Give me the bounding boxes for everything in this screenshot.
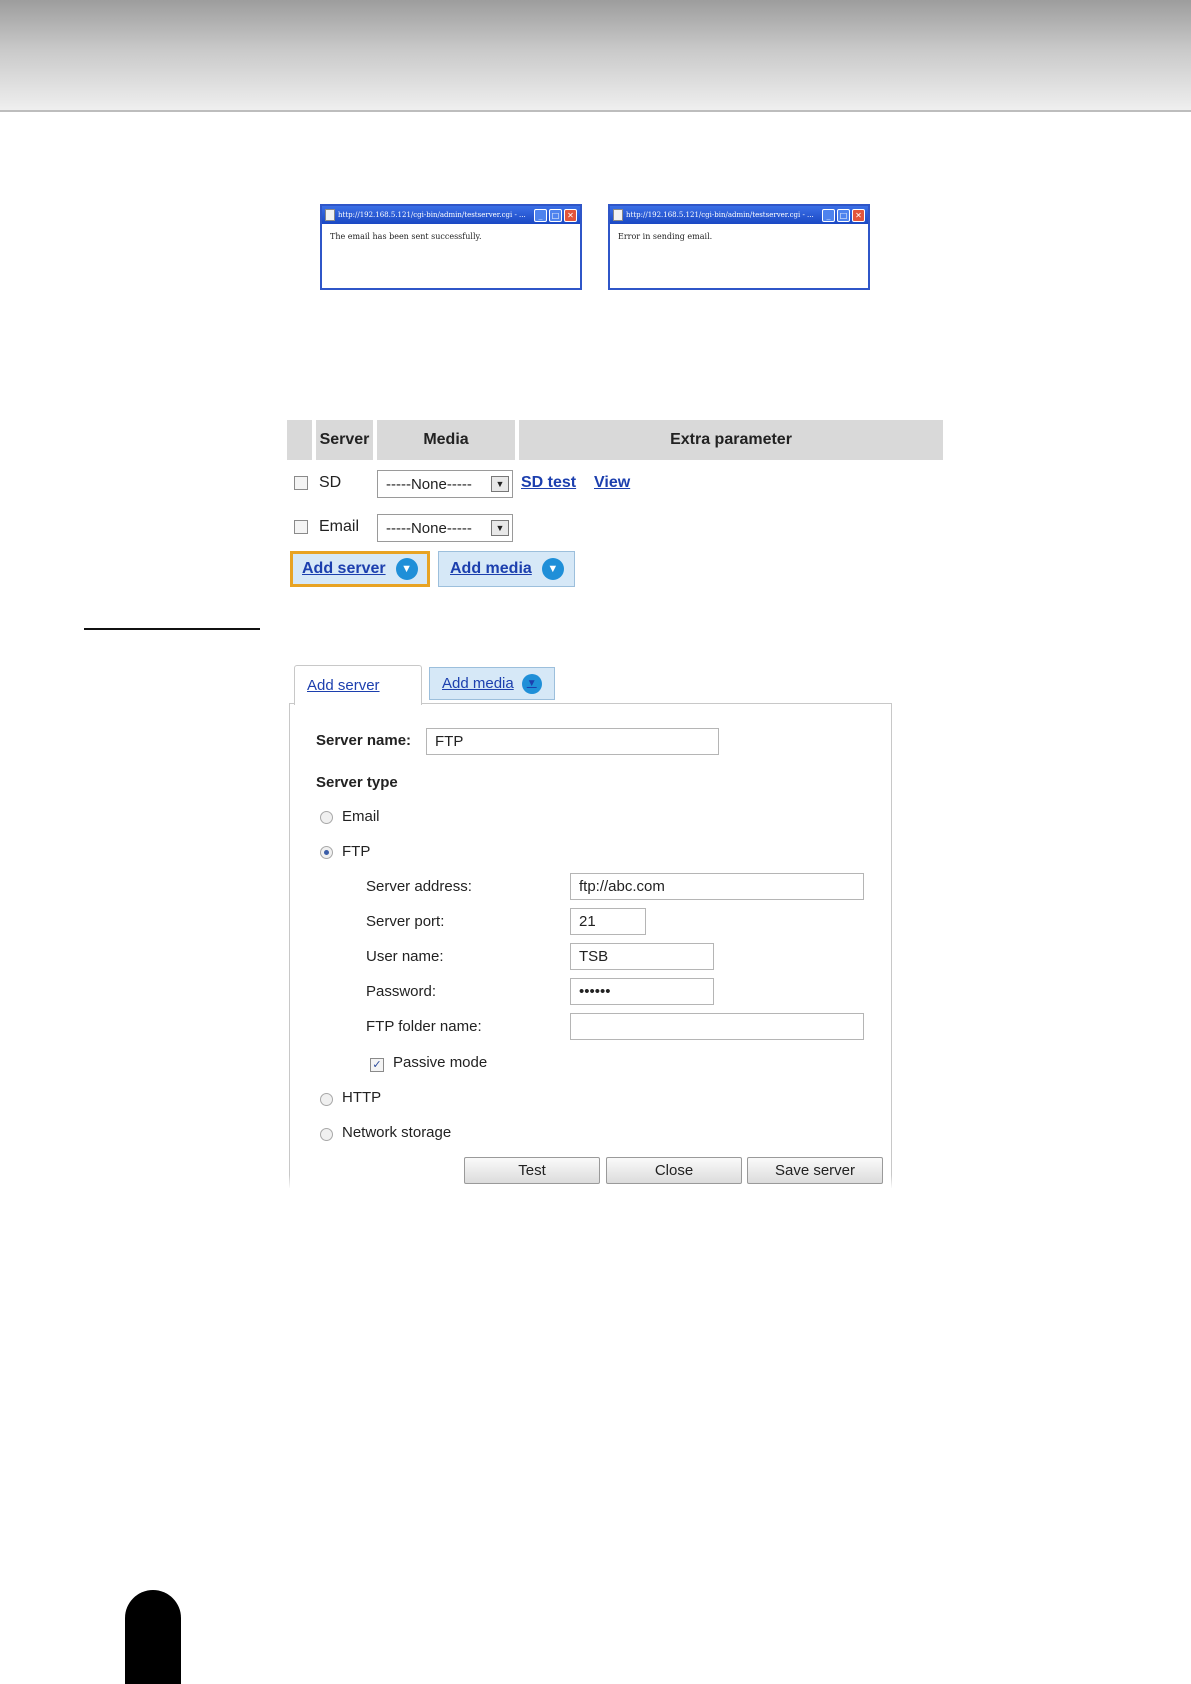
tab-add-media[interactable]: Add media ▼ <box>429 667 555 700</box>
section-divider <box>84 628 260 630</box>
popup-titlebar: http://192.168.5.121/cgi-bin/admin/tests… <box>322 206 580 224</box>
password-input[interactable]: •••••• <box>570 978 714 1005</box>
minimize-icon[interactable]: _ <box>534 208 547 222</box>
email-media-select[interactable]: -----None----- ▼ <box>377 514 513 542</box>
close-button[interactable]: Close <box>606 1157 742 1184</box>
sd-media-select[interactable]: -----None----- ▼ <box>377 470 513 498</box>
maximize-icon[interactable]: □ <box>549 208 562 222</box>
page-icon <box>613 209 623 221</box>
error-popup-window: http://192.168.5.121/cgi-bin/admin/tests… <box>608 204 870 290</box>
table-header-server: Server <box>316 420 373 460</box>
page-side-tab <box>125 1590 181 1684</box>
radio-email-label: Email <box>342 808 380 825</box>
tab-add-media-label: Add media <box>442 675 514 692</box>
close-icon[interactable]: ✕ <box>564 208 577 222</box>
table-header-checkbox-col <box>287 420 312 460</box>
popup-title: http://192.168.5.121/cgi-bin/admin/tests… <box>338 211 526 219</box>
server-type-label: Server type <box>316 774 398 791</box>
radio-http-label: HTTP <box>342 1089 382 1106</box>
passive-mode-checkbox[interactable]: ✓ <box>370 1058 384 1072</box>
minimize-icon[interactable]: _ <box>822 208 835 222</box>
email-checkbox[interactable] <box>294 520 308 534</box>
sd-test-link[interactable]: SD test <box>521 474 576 492</box>
page-icon <box>325 209 335 221</box>
password-label: Password: <box>366 983 437 1000</box>
radio-network-storage-label: Network storage <box>342 1124 452 1141</box>
radio-http[interactable] <box>320 1093 333 1106</box>
chevron-down-icon: ▼ <box>521 673 542 694</box>
select-value: -----None----- <box>386 475 472 493</box>
user-name-input[interactable]: TSB <box>570 943 714 970</box>
passive-mode-label: Passive mode <box>393 1054 488 1071</box>
sd-checkbox[interactable] <box>294 476 308 490</box>
server-sd-label: SD <box>319 474 342 491</box>
dropdown-arrow-icon: ▼ <box>491 476 509 492</box>
popup-title: http://192.168.5.121/cgi-bin/admin/tests… <box>626 211 814 219</box>
radio-ftp-label: FTP <box>342 843 371 860</box>
dropdown-arrow-icon: ▼ <box>491 520 509 536</box>
close-icon[interactable]: ✕ <box>852 208 865 222</box>
server-address-label: Server address: <box>366 878 472 895</box>
chevron-down-icon: ▼ <box>395 558 418 580</box>
tab-add-server[interactable]: Add server <box>294 665 422 705</box>
radio-email[interactable] <box>320 811 333 824</box>
popup-message: Error in sending email. <box>618 232 713 241</box>
server-email-label: Email <box>319 518 360 535</box>
ftp-folder-label: FTP folder name: <box>366 1018 482 1035</box>
select-value: -----None----- <box>386 519 472 537</box>
add-media-button[interactable]: Add media ▼ <box>438 551 575 587</box>
table-header-extra-parameter: Extra parameter <box>519 420 943 460</box>
test-button[interactable]: Test <box>464 1157 600 1184</box>
tab-add-server-label: Add server <box>307 677 380 694</box>
server-name-label: Server name: <box>316 732 412 749</box>
user-name-label: User name: <box>366 948 444 965</box>
ftp-folder-input[interactable] <box>570 1013 864 1040</box>
add-server-button[interactable]: Add server ▼ <box>290 551 430 587</box>
server-port-label: Server port: <box>366 913 445 930</box>
add-server-label: Add server <box>302 560 386 577</box>
add-media-label: Add media <box>450 560 532 577</box>
popup-message: The email has been sent successfully. <box>330 232 482 241</box>
radio-network-storage[interactable] <box>320 1128 333 1141</box>
success-popup-window: http://192.168.5.121/cgi-bin/admin/tests… <box>320 204 582 290</box>
server-port-input[interactable]: 21 <box>570 908 646 935</box>
server-address-input[interactable]: ftp://abc.com <box>570 873 864 900</box>
view-link[interactable]: View <box>594 474 630 492</box>
save-server-button[interactable]: Save server <box>747 1157 883 1184</box>
table-header-media: Media <box>377 420 515 460</box>
header-divider <box>0 110 1191 112</box>
chevron-down-icon: ▼ <box>541 558 564 580</box>
maximize-icon[interactable]: □ <box>837 208 850 222</box>
radio-ftp[interactable] <box>320 846 333 859</box>
page-header-band <box>0 0 1191 110</box>
server-name-input[interactable]: FTP <box>426 728 719 755</box>
popup-titlebar: http://192.168.5.121/cgi-bin/admin/tests… <box>610 206 868 224</box>
